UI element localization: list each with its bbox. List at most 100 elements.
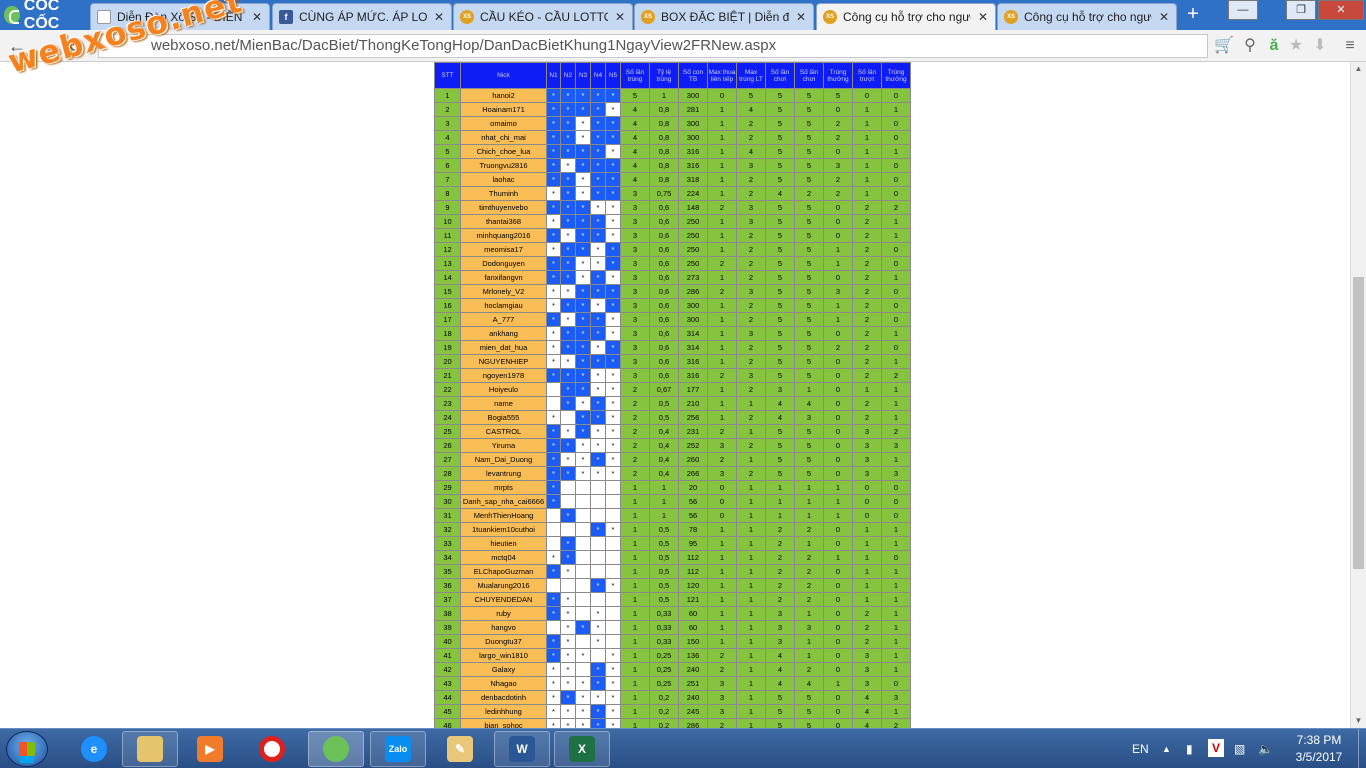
nick-cell[interactable]: hangvo [460, 620, 547, 635]
coccoc-taskbar-button[interactable] [308, 731, 364, 767]
ie-taskbar-button[interactable]: e [66, 731, 122, 767]
column-header[interactable]: STT [434, 62, 461, 89]
nick-cell[interactable]: bian_sohoc [460, 718, 547, 728]
menu-icon[interactable]: ≡ [1340, 36, 1360, 56]
nick-cell[interactable]: 1tuankiem10cuthoi [460, 522, 547, 537]
nick-cell[interactable]: Nam_Dai_Duong [460, 452, 547, 467]
start-button[interactable] [6, 731, 48, 767]
column-header[interactable]: Max trúng LT [736, 62, 766, 89]
nick-cell[interactable]: ankhang [460, 326, 547, 341]
media-taskbar-button[interactable]: ▶ [182, 731, 238, 767]
word-taskbar-button[interactable]: W [494, 731, 550, 767]
column-header[interactable]: Max thua liên tiếp [707, 62, 737, 89]
nick-cell[interactable]: Danh_sap_nha_cai6666 [460, 494, 547, 509]
nick-cell[interactable]: MenhThienHoang [460, 508, 547, 523]
scroll-down-icon[interactable]: ▼ [1351, 714, 1366, 728]
cart-icon[interactable]: 🛒 [1214, 36, 1234, 56]
nick-cell[interactable]: ELChapoGuzman [460, 564, 547, 579]
nick-cell[interactable]: Mrlonely_V2 [460, 284, 547, 299]
column-header[interactable]: Số lần chơi [794, 62, 824, 89]
nick-cell[interactable]: Hoiyeulo [460, 382, 547, 397]
column-header[interactable]: Số lần trượt [852, 62, 882, 89]
explorer-taskbar-button[interactable] [122, 731, 178, 767]
nick-cell[interactable]: denbacdotinh [460, 690, 547, 705]
close-window-button[interactable]: ✕ [1318, 0, 1364, 20]
search-icon[interactable]: ⚲ [1240, 36, 1260, 56]
browser-tab[interactable]: XS BOX ĐẶC BIỆT | Diễn đàn ✕ [634, 3, 814, 30]
system-clock[interactable]: 7:38 PM 3/5/2017 [1284, 732, 1354, 766]
column-header[interactable]: Số lần trúng [620, 62, 650, 89]
nick-cell[interactable]: fanxifangvn [460, 270, 547, 285]
browser-tab[interactable]: XS Công cụ hỗ trợ cho người ✕ [997, 3, 1177, 30]
browser-tab[interactable]: XS Công cụ hỗ trợ cho người ✕ [816, 3, 996, 30]
show-desktop-button[interactable] [1358, 729, 1366, 768]
column-header[interactable]: N2 [560, 62, 576, 89]
nick-cell[interactable]: Thuminh [460, 186, 547, 201]
minimize-button[interactable]: — [1228, 0, 1258, 20]
nick-cell[interactable]: Hoainam171 [460, 102, 547, 117]
nick-cell[interactable]: mien_dat_hua [460, 340, 547, 355]
nick-cell[interactable]: hoclamgiau [460, 298, 547, 313]
nick-cell[interactable]: mctq04 [460, 550, 547, 565]
nick-cell[interactable]: Nhagao [460, 676, 547, 691]
nick-cell[interactable]: Dodonguyen [460, 256, 547, 271]
column-header[interactable]: N5 [605, 62, 621, 89]
nick-cell[interactable]: Bogia555 [460, 410, 547, 425]
show-hidden-icons-icon[interactable]: ▲ [1162, 729, 1171, 768]
nick-cell[interactable]: NGUYENHIEP [460, 354, 547, 369]
scroll-thumb[interactable] [1353, 277, 1364, 569]
language-indicator[interactable]: EN [1132, 729, 1149, 768]
nick-cell[interactable]: CASTROL [460, 424, 547, 439]
nick-cell[interactable]: ledinhhung [460, 704, 547, 719]
nick-cell[interactable]: timthuyenvebo [460, 200, 547, 215]
nick-cell[interactable]: levantrung [460, 466, 547, 481]
nick-cell[interactable]: hieutien [460, 536, 547, 551]
nick-cell[interactable]: ruby [460, 606, 547, 621]
nick-cell[interactable]: Duongtu37 [460, 634, 547, 649]
nick-cell[interactable]: hanoi2 [460, 88, 547, 103]
nick-cell[interactable]: A_777 [460, 312, 547, 327]
nick-cell[interactable]: minhquang2016 [460, 228, 547, 243]
browser-tab[interactable]: f CÙNG ÁP MỨC. ÁP LOẠI ✕ [272, 3, 452, 30]
nick-cell[interactable]: name [460, 396, 547, 411]
column-header[interactable]: N3 [575, 62, 591, 89]
close-tab-icon[interactable]: ✕ [614, 10, 626, 24]
nick-cell[interactable]: mrpts [460, 480, 547, 495]
nick-cell[interactable]: Truongvu2816 [460, 158, 547, 173]
excel-taskbar-button[interactable]: X [554, 731, 610, 767]
close-tab-icon[interactable]: ✕ [795, 10, 807, 24]
nick-cell[interactable]: laohac [460, 172, 547, 187]
scroll-up-icon[interactable]: ▲ [1351, 62, 1366, 76]
nick-cell[interactable]: CHUYENDEDAN [460, 592, 547, 607]
nick-cell[interactable]: ngoyen1978 [460, 368, 547, 383]
column-header[interactable]: N1 [546, 62, 561, 89]
volume-icon[interactable]: 🔈 [1258, 729, 1273, 768]
column-header[interactable]: Tỷ lệ trúng [649, 62, 679, 89]
close-tab-icon[interactable]: ✕ [433, 10, 445, 24]
close-tab-icon[interactable]: ✕ [1158, 10, 1170, 24]
vertical-scrollbar[interactable]: ▲ ▼ [1350, 62, 1366, 728]
column-header[interactable]: N4 [590, 62, 606, 89]
signal-icon[interactable]: ▧ [1234, 729, 1245, 768]
column-header[interactable]: Nick [460, 62, 547, 89]
nick-cell[interactable]: meomisa17 [460, 242, 547, 257]
browser-tab[interactable]: XS CẦU KÉO - CẦU LOTTO, I ✕ [453, 3, 633, 30]
new-tab-button[interactable]: + [1180, 4, 1206, 24]
nick-cell[interactable]: largo_win1810 [460, 648, 547, 663]
nick-cell[interactable]: Chich_choe_lua [460, 144, 547, 159]
maximize-button[interactable]: ❐ [1286, 0, 1316, 20]
download-icon[interactable]: ⬇ [1310, 36, 1330, 56]
address-bar[interactable]: webxoso.net/MienBac/DacBiet/ThongKeTongH… [98, 34, 1208, 58]
nick-cell[interactable]: thantai368 [460, 214, 547, 229]
column-header[interactable]: Trúng thưởng [881, 62, 911, 89]
nick-cell[interactable]: omaimo [460, 116, 547, 131]
translate-icon[interactable]: ă [1264, 36, 1284, 56]
nick-cell[interactable]: Yiruma [460, 438, 547, 453]
close-tab-icon[interactable]: ✕ [977, 10, 989, 24]
battery-icon[interactable]: ▮ [1186, 729, 1193, 768]
close-tab-icon[interactable]: ✕ [251, 10, 263, 24]
column-header[interactable]: Trúng thưởng [823, 62, 853, 89]
opera-taskbar-button[interactable] [244, 731, 300, 767]
nick-cell[interactable]: Mualarung2016 [460, 578, 547, 593]
nick-cell[interactable]: nhat_chi_mai [460, 130, 547, 145]
